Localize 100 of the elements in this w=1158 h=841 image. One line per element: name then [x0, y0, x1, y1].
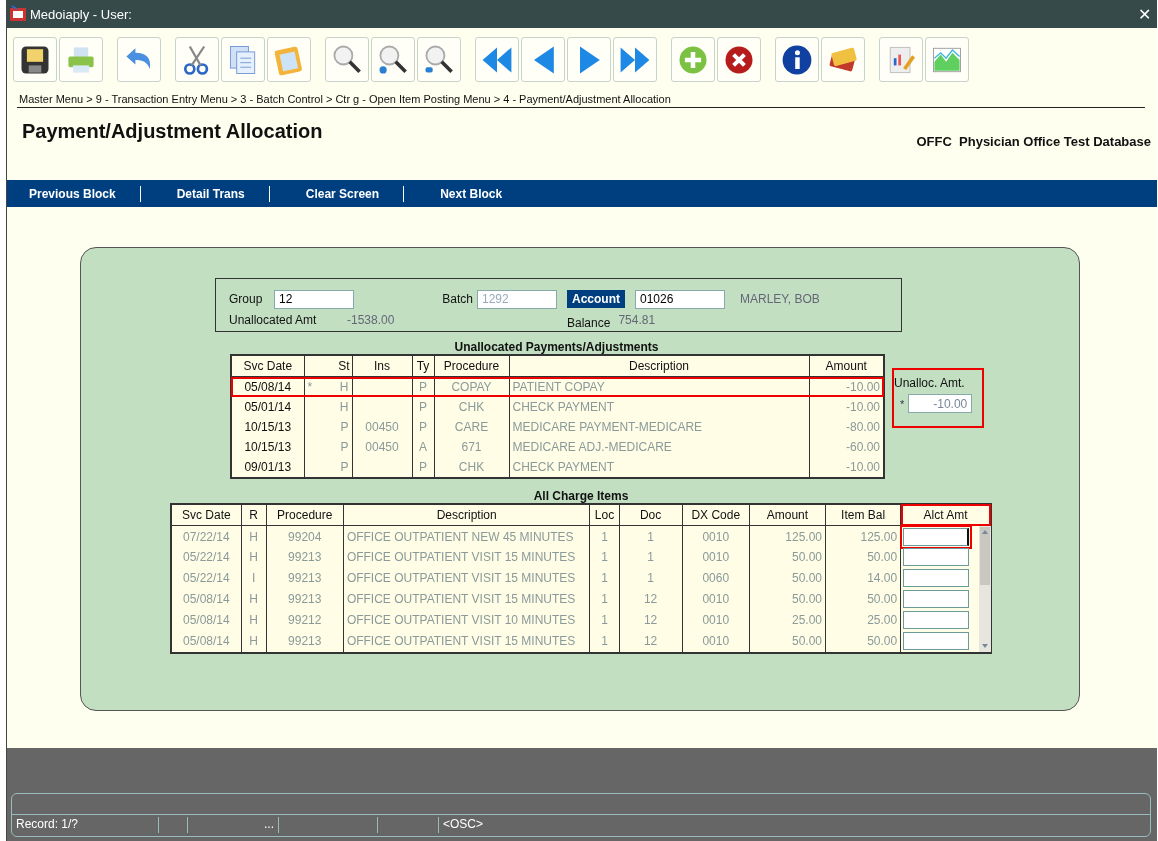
table-cell: -80.00 — [845, 420, 880, 434]
table-cell: 99213 — [288, 634, 322, 649]
table-cell: 00450 — [365, 440, 399, 454]
table-cell: -10.00 — [845, 400, 880, 414]
allocation-field[interactable] — [903, 632, 970, 651]
table-cell: 05/22/14 — [182, 571, 230, 586]
column-header: St — [304, 355, 352, 377]
unalloc-amount-field[interactable]: -10.00 — [908, 394, 973, 413]
table-cell: 05/08/14 — [182, 613, 230, 628]
close-button[interactable]: ✕ — [1138, 4, 1151, 24]
table-cell: A — [419, 440, 427, 454]
account-button[interactable]: Account — [567, 290, 625, 308]
table-cell: 50.00 — [791, 550, 822, 565]
table-cell: OFFICE OUTPATIENT VISIT 15 MINUTES — [346, 550, 576, 565]
table-cell: MEDICARE PAYMENT-MEDICARE — [512, 420, 703, 434]
nav-button[interactable]: Next Block — [428, 186, 527, 201]
toolbar-button[interactable] — [821, 37, 865, 82]
table-cell: 05/01/14 — [244, 400, 292, 414]
table-cell: -60.00 — [845, 440, 880, 454]
table-cell: 05/22/14 — [182, 550, 230, 565]
column-header: Ins — [352, 355, 412, 377]
table-cell: 05/08/14 — [244, 380, 292, 394]
table-cell: H — [249, 634, 258, 649]
table-row[interactable]: 09/01/13 P P CHK CHECK PAYMENT -10.00 — [231, 457, 884, 478]
toolbar-button[interactable] — [325, 37, 369, 82]
table-cell: 1 — [601, 550, 608, 565]
table-cell: 00450 — [365, 420, 399, 434]
table-cell: OFFICE OUTPATIENT VISIT 15 MINUTES — [346, 634, 576, 649]
field-label: Unallocated Amt — [229, 312, 318, 329]
table-cell: P — [419, 380, 427, 394]
toolbar-button[interactable] — [371, 37, 415, 82]
table-cell: 10/15/13 — [244, 420, 292, 434]
table-cell: 50.00 — [867, 634, 898, 649]
column-header: Svc Date — [171, 504, 242, 526]
toolbar-button[interactable] — [175, 37, 219, 82]
table-cell: 50.00 — [791, 634, 822, 649]
table-row[interactable]: 10/15/13 P 00450 A 671 MEDICARE ADJ.-MEDICARE -60.00 — [231, 437, 884, 457]
table-cell: 125.00 — [785, 529, 822, 544]
table-cell: 0010 — [702, 634, 730, 649]
table-cell: 05/08/14 — [182, 592, 230, 607]
table-cell: 0060 — [702, 571, 730, 586]
table-row[interactable]: 10/15/13 P 00450 P CARE MEDICARE PAYMENT-MEDICARE -80.00 — [231, 417, 884, 437]
table-cell: 0010 — [702, 529, 730, 544]
table-cell: 50.00 — [867, 550, 898, 565]
page-title: Payment/Adjustment Allocation — [22, 120, 323, 144]
toolbar-button[interactable] — [717, 37, 761, 82]
field-label: Unalloc. Amt. — [894, 376, 965, 390]
nav-button[interactable]: Clear Screen — [293, 186, 404, 201]
table-cell: 0010 — [702, 550, 730, 565]
nav-button[interactable]: Previous Block — [17, 186, 140, 201]
allocation-field[interactable] — [903, 569, 970, 588]
allocation-field[interactable] — [903, 590, 970, 609]
allocation-field[interactable] — [903, 611, 970, 630]
table-cell: 10/15/13 — [244, 440, 292, 454]
table-cell: -10.00 — [845, 380, 880, 394]
allocation-field[interactable] — [903, 548, 970, 567]
table-cell: PATIENT COPAY — [512, 380, 605, 394]
table-cell: 0010 — [702, 613, 730, 628]
table-row[interactable]: 05/08/14 * H P COPAY PATIENT COPAY -10.00 — [231, 376, 884, 397]
window-title: Medoiaply - User: — [30, 6, 133, 22]
table-cell: 99204 — [288, 529, 322, 544]
table-cell: 1 — [647, 550, 654, 565]
table-cell: 0010 — [702, 592, 730, 607]
section-title: Unallocated Payments/Adjustments — [453, 340, 660, 354]
nav-button[interactable]: Detail Trans — [164, 186, 269, 201]
table-cell: H — [339, 400, 349, 414]
column-header: Doc — [619, 504, 683, 526]
field-label: Batch — [442, 292, 473, 306]
table-cell: P — [419, 460, 427, 474]
column-header: Ty — [412, 355, 434, 377]
column-header: Description — [509, 355, 809, 377]
table-cell: 1 — [601, 529, 608, 544]
table-cell: CHK — [458, 400, 485, 414]
scrollbar[interactable] — [978, 526, 991, 652]
table-cell: P — [340, 420, 349, 434]
field-label: Balance — [567, 315, 611, 330]
toolbar-button[interactable] — [775, 37, 819, 82]
table-cell: P — [340, 440, 349, 454]
table-cell: 99213 — [288, 592, 322, 607]
group-field[interactable]: 12 — [274, 289, 354, 309]
column-header: Item Bal — [825, 504, 901, 526]
allocation-field[interactable] — [903, 527, 970, 546]
table-cell: CHECK PAYMENT — [512, 460, 615, 474]
table-row[interactable]: 05/01/14 H P CHK CHECK PAYMENT -10.00 — [231, 397, 884, 417]
table-cell: 12 — [643, 592, 658, 607]
column-header: Procedure — [434, 355, 509, 377]
table-cell: 1 — [601, 613, 608, 628]
table-cell: 99213 — [288, 550, 322, 565]
unallocated-amount: -1538.00 — [347, 312, 396, 329]
table-cell: CHECK PAYMENT — [512, 400, 615, 414]
breadcrumb: Master Menu > 9 - Transaction Entry Menu > 3 - Batch Control > Ctr g - Open Item Posting Menu > 4 - Payment/Adjustment Allocation — [17, 91, 1145, 108]
account-field[interactable]: 01026 — [635, 289, 725, 309]
table-cell: 1 — [601, 571, 608, 586]
balance-amount: 754.81 — [618, 312, 656, 329]
table-cell: -10.00 — [845, 460, 880, 474]
table-cell: H — [249, 592, 258, 607]
table-cell: 12 — [643, 634, 658, 649]
toolbar-button[interactable] — [417, 37, 461, 82]
toolbar-button[interactable] — [13, 37, 57, 82]
table-cell: 07/22/14 — [182, 529, 230, 544]
